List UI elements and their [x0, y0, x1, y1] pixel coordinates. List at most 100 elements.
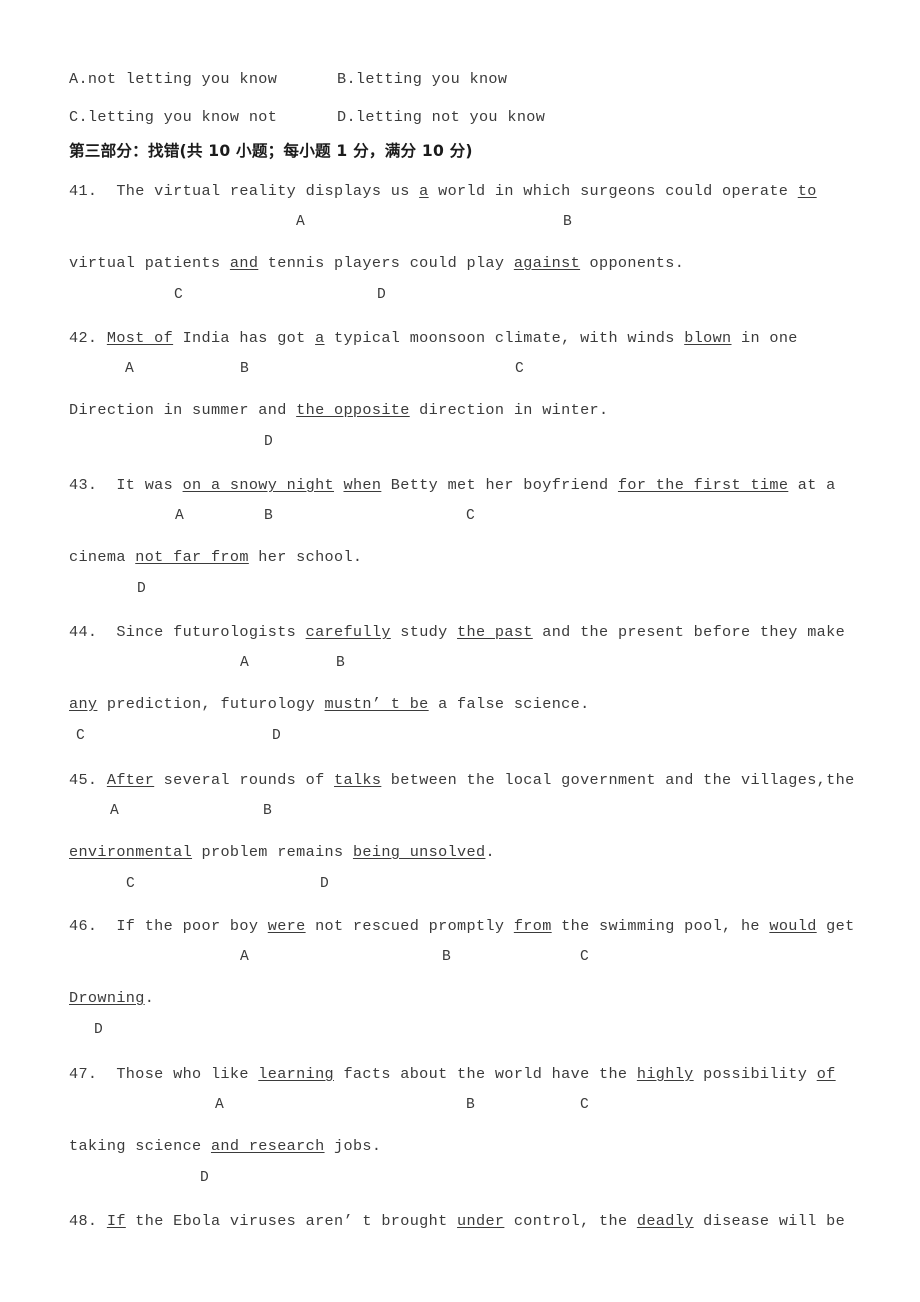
text-span: facts about the world have the: [334, 1065, 637, 1083]
answer-marker-c[interactable]: C: [466, 508, 475, 524]
answer-marker-a[interactable]: A: [175, 508, 184, 524]
answer-marker-b[interactable]: B: [563, 214, 572, 230]
answer-marker-d[interactable]: D: [320, 876, 329, 892]
underlined-span: blown: [684, 329, 732, 347]
answer-marker-c[interactable]: C: [126, 876, 135, 892]
answer-marker-row: CD: [0, 728, 920, 746]
option-d[interactable]: D.letting not you know: [337, 108, 545, 126]
answer-marker-d[interactable]: D: [264, 434, 273, 450]
text-span: world in which surgeons could operate: [428, 182, 798, 200]
underlined-span: on a snowy night: [182, 476, 335, 494]
text-span: virtual patients: [69, 254, 230, 272]
answer-marker-a[interactable]: A: [240, 655, 249, 671]
question-line-2: environmental problem remains being unso…: [69, 843, 495, 861]
underlined-span: under: [457, 1212, 505, 1230]
question-line-1: 45. After several rounds of talks betwee…: [69, 771, 855, 789]
underlined-span: of: [816, 1065, 836, 1083]
text-span: in one: [731, 329, 798, 347]
answer-marker-row: A B C: [0, 508, 920, 526]
answer-marker-b[interactable]: B: [336, 655, 345, 671]
text-span: direction in winter.: [409, 401, 609, 419]
answer-marker-c[interactable]: C: [174, 287, 183, 303]
underlined-span: and: [229, 254, 259, 272]
text-span: get: [816, 917, 855, 935]
underlined-span: environmental: [69, 843, 193, 861]
question-line-1: 43. It was on a snowy night when Betty m…: [69, 476, 836, 494]
answer-marker-row: A B C: [0, 1097, 920, 1115]
answer-marker-b[interactable]: B: [466, 1097, 475, 1113]
underlined-span: from: [513, 917, 552, 935]
answer-marker-b[interactable]: B: [442, 949, 451, 965]
exam-page: A.not letting you know B.letting you kno…: [0, 0, 920, 1302]
answer-marker-d[interactable]: D: [377, 287, 386, 303]
text-span: 48.: [69, 1212, 107, 1230]
answer-marker-a[interactable]: A: [296, 214, 305, 230]
answer-marker-b[interactable]: B: [264, 508, 273, 524]
answer-marker-row: D: [0, 581, 920, 599]
text-span: jobs.: [324, 1137, 382, 1155]
option-a[interactable]: A.not letting you know: [69, 70, 277, 88]
answer-marker-c[interactable]: C: [580, 1097, 589, 1113]
underlined-span: mustn’ t be: [324, 695, 429, 713]
answer-marker-a[interactable]: A: [215, 1097, 224, 1113]
question-line-2: cinema not far from her school.: [69, 548, 362, 566]
underlined-span: the past: [457, 623, 533, 641]
answer-marker-row: D: [0, 1022, 920, 1040]
answer-marker-a[interactable]: A: [125, 361, 134, 377]
answer-marker-row: CD: [0, 876, 920, 894]
option-row-ab: A.not letting you know B.letting you kno…: [69, 70, 869, 90]
answer-marker-d[interactable]: D: [272, 728, 281, 744]
answer-marker-b[interactable]: B: [263, 803, 272, 819]
underlined-span: the opposite: [296, 401, 410, 419]
text-span: problem remains: [192, 843, 353, 861]
text-span: 41. The virtual reality displays us: [69, 182, 420, 200]
text-span: tennis players could play: [258, 254, 514, 272]
answer-marker-d[interactable]: D: [200, 1170, 209, 1186]
underlined-span: and research: [210, 1137, 325, 1155]
underlined-span: After: [106, 771, 155, 789]
answer-marker-row: D: [0, 434, 920, 452]
text-span: several rounds of: [154, 771, 335, 789]
underlined-span: not far from: [135, 548, 249, 566]
answer-marker-d[interactable]: D: [94, 1022, 103, 1038]
answer-marker-row: AB: [0, 655, 920, 673]
question-line-2: Direction in summer and the opposite dir…: [69, 401, 608, 419]
text-span: the swimming pool, he: [551, 917, 770, 935]
answer-marker-c[interactable]: C: [515, 361, 524, 377]
text-span: cinema: [69, 548, 136, 566]
text-span: India has got: [173, 329, 316, 347]
underlined-span: a: [419, 182, 429, 200]
text-span: 47. Those who like: [69, 1065, 259, 1083]
question-line-2: Drowning.: [69, 989, 154, 1007]
text-span: between the local government and the vil…: [381, 771, 855, 789]
question-line-1: 44. Since futurologists carefully study …: [69, 623, 845, 641]
answer-marker-c[interactable]: C: [76, 728, 85, 744]
question-line-1: 46. If the poor boy were not rescued pro…: [69, 917, 855, 935]
answer-marker-row: D: [0, 1170, 920, 1188]
option-row-cd: C.letting you know not D.letting not you…: [69, 108, 869, 128]
option-b[interactable]: B.letting you know: [337, 70, 507, 88]
text-span: study: [390, 623, 458, 641]
text-span: opponents.: [580, 254, 685, 272]
underlined-span: a: [315, 329, 325, 347]
underlined-span: for the first time: [617, 476, 789, 494]
underlined-span: talks: [334, 771, 382, 789]
question-line-1: 42. Most of India has got a typical moon…: [69, 329, 798, 347]
answer-marker-b[interactable]: B: [240, 361, 249, 377]
question-line-1: 47. Those who like learning facts about …: [69, 1065, 836, 1083]
answer-marker-c[interactable]: C: [580, 949, 589, 965]
underlined-span: would: [769, 917, 817, 935]
text-span: typical moonsoon climate, with winds: [324, 329, 685, 347]
underlined-span: being unsolved: [352, 843, 486, 861]
text-span: Betty met her boyfriend: [381, 476, 618, 494]
answer-marker-a[interactable]: A: [110, 803, 119, 819]
answer-marker-d[interactable]: D: [137, 581, 146, 597]
option-c[interactable]: C.letting you know not: [69, 108, 277, 126]
section-heading: 第三部分：找错(共 10 小题；每小题 1 分，满分 10 分): [69, 142, 473, 160]
text-span: her school.: [248, 548, 363, 566]
underlined-span: If: [106, 1212, 126, 1230]
text-span: 45.: [69, 771, 107, 789]
underlined-span: were: [267, 917, 306, 935]
answer-marker-a[interactable]: A: [240, 949, 249, 965]
question-line-2: any prediction, futurology mustn’ t be a…: [69, 695, 590, 713]
